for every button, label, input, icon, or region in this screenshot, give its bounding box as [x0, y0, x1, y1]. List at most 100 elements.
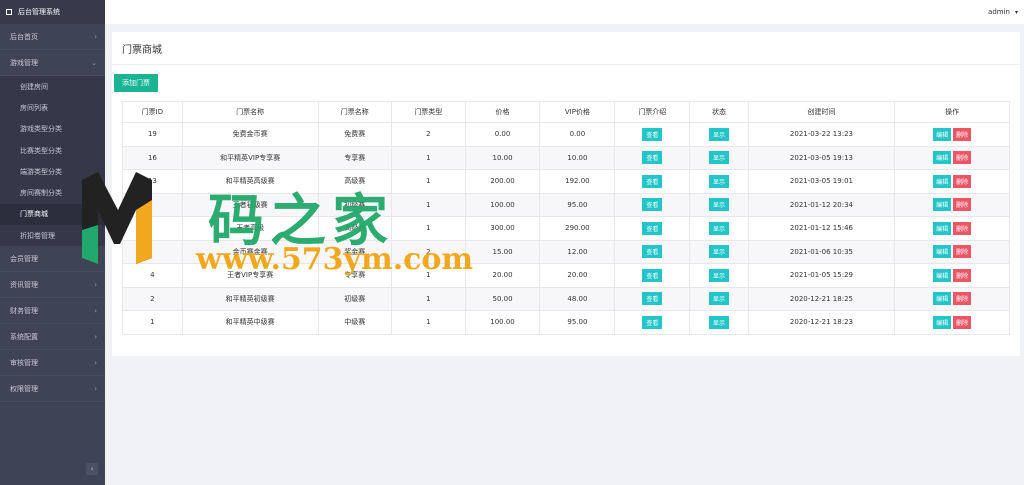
status-toggle-button[interactable]: 显示: [708, 221, 729, 235]
cell-intro: 查看: [614, 122, 691, 147]
cell-actions: 编辑 删除: [894, 239, 1010, 264]
sidebar-item-label: 后台首页: [10, 32, 38, 41]
cell-type: 2: [391, 122, 466, 147]
cell-vip: 20.00: [539, 263, 616, 288]
delete-button[interactable]: 删除: [953, 268, 972, 282]
submenu-item[interactable]: 房间列表: [0, 97, 105, 118]
view-button[interactable]: 查看: [642, 174, 663, 188]
table-row: 1 和平精英中级赛 中级赛 1 100.00 95.00 查看 显示 2020-12-21 18…: [122, 310, 1010, 335]
sidebar-item-label: 游戏管理: [10, 58, 38, 67]
cell-intro: 查看: [614, 239, 691, 264]
cell-id: 16: [122, 145, 183, 170]
status-toggle-button[interactable]: 显示: [708, 151, 729, 165]
cell-actions: 编辑 删除: [894, 310, 1010, 335]
content-panel: 门票商城 添加门票 门票ID 门票名称 门票名称 门票类型 价格 VIP价格 门票介绍 状态创…: [112, 32, 1020, 356]
view-button[interactable]: 查看: [642, 198, 663, 212]
status-toggle-button[interactable]: 显示: [708, 174, 729, 188]
collapse-sidebar-button[interactable]: ‹: [86, 463, 98, 475]
cell-id: 13: [122, 169, 183, 194]
cell-time: 2021-01-06 10:35: [747, 239, 896, 264]
sidebar-item[interactable]: 审核管理 ›: [0, 350, 105, 377]
edit-button[interactable]: 编辑: [933, 245, 952, 259]
delete-button[interactable]: 删除: [953, 151, 972, 165]
cell-status: 显示: [689, 145, 749, 170]
cell-vip: 48.00: [539, 286, 616, 311]
submenu-item[interactable]: 房间赛制分类: [0, 182, 105, 203]
submenu-item[interactable]: 门票商城: [0, 203, 105, 226]
cell-level: 专享赛: [317, 263, 393, 288]
page-title: 门票商城: [112, 32, 1020, 65]
cell-id: 1: [122, 310, 183, 335]
cell-name: 王者VIP专享赛: [181, 263, 319, 288]
edit-button[interactable]: 编辑: [933, 198, 952, 212]
sidebar-item[interactable]: 资讯管理 ›: [0, 272, 105, 299]
status-toggle-button[interactable]: 显示: [708, 198, 729, 212]
edit-button[interactable]: 编辑: [933, 127, 952, 141]
user-menu[interactable]: admin: [988, 8, 1010, 16]
status-toggle-button[interactable]: 显示: [708, 315, 729, 329]
view-button[interactable]: 查看: [642, 268, 663, 282]
view-button[interactable]: 查看: [642, 292, 663, 306]
delete-button[interactable]: 删除: [953, 198, 972, 212]
menu-toggle-icon[interactable]: [6, 9, 12, 15]
view-button[interactable]: 查看: [642, 221, 663, 235]
cell-vip: 95.00: [539, 192, 616, 217]
status-toggle-button[interactable]: 显示: [708, 292, 729, 306]
chevron-icon: ›: [94, 280, 97, 289]
sidebar-item[interactable]: 系统配置 ›: [0, 324, 105, 351]
cell-intro: 查看: [614, 263, 691, 288]
table-row: 2 和平精英初级赛 初级赛 1 50.00 48.00 查看 显示 2020-12-21 18:…: [122, 286, 1010, 311]
sidebar-item[interactable]: 后台首页 ›: [0, 24, 105, 50]
delete-button[interactable]: 删除: [953, 127, 972, 141]
status-toggle-button[interactable]: 显示: [708, 268, 729, 282]
cell-type: 1: [391, 216, 466, 241]
submenu-item[interactable]: 折扣卷管理: [0, 225, 105, 246]
chevron-icon: ⌄: [91, 58, 97, 67]
cell-vip: 12.00: [539, 239, 616, 264]
cell-price: 0.00: [464, 122, 541, 147]
cell-status: 显示: [689, 310, 749, 335]
sidebar-item[interactable]: 游戏管理 ⌄: [0, 50, 105, 76]
cell-name: 王者高级: [181, 216, 319, 241]
cell-id: 2: [122, 286, 183, 311]
view-button[interactable]: 查看: [642, 151, 663, 165]
cell-status: 显示: [689, 239, 749, 264]
edit-button[interactable]: 编辑: [933, 151, 952, 165]
view-button[interactable]: 查看: [642, 315, 663, 329]
delete-button[interactable]: 删除: [953, 292, 972, 306]
submenu-item[interactable]: 比赛类型分类: [0, 140, 105, 161]
delete-button[interactable]: 删除: [953, 245, 972, 259]
sidebar-item-label: 会员管理: [10, 254, 38, 263]
delete-button[interactable]: 删除: [953, 174, 972, 188]
add-ticket-button[interactable]: 添加门票: [114, 74, 158, 92]
view-button[interactable]: 查看: [642, 127, 663, 141]
delete-button[interactable]: 删除: [953, 315, 972, 329]
sidebar-item[interactable]: 财务管理 ›: [0, 298, 105, 325]
edit-button[interactable]: 编辑: [933, 268, 952, 282]
cell-price: 200.00: [464, 169, 541, 194]
edit-button[interactable]: 编辑: [933, 292, 952, 306]
cell-type: 1: [391, 286, 466, 311]
cell-type: 1: [391, 169, 466, 194]
cell-name: 金币赛金赛: [181, 239, 319, 264]
cell-vip: 95.00: [539, 310, 616, 335]
cell-status: 显示: [689, 169, 749, 194]
status-toggle-button[interactable]: 显示: [708, 127, 729, 141]
sidebar-item[interactable]: 会员管理 ›: [0, 246, 105, 273]
view-button[interactable]: 查看: [642, 245, 663, 259]
cell-name: 免费金币赛: [181, 122, 319, 147]
edit-button[interactable]: 编辑: [933, 221, 952, 235]
cell-price: 15.00: [464, 239, 541, 264]
cell-type: 1: [391, 145, 466, 170]
column-header: 创建时间: [747, 101, 896, 123]
cell-vip: 10.00: [539, 145, 616, 170]
submenu-item[interactable]: 端游类型分类: [0, 161, 105, 182]
sidebar-item[interactable]: 权限管理 ›: [0, 376, 105, 403]
submenu-item[interactable]: 创建房间: [0, 76, 105, 97]
submenu-item[interactable]: 游戏类型分类: [0, 119, 105, 140]
delete-button[interactable]: 删除: [953, 221, 972, 235]
caret-down-icon[interactable]: ▾: [1015, 9, 1018, 16]
status-toggle-button[interactable]: 显示: [708, 245, 729, 259]
edit-button[interactable]: 编辑: [933, 315, 952, 329]
edit-button[interactable]: 编辑: [933, 174, 952, 188]
